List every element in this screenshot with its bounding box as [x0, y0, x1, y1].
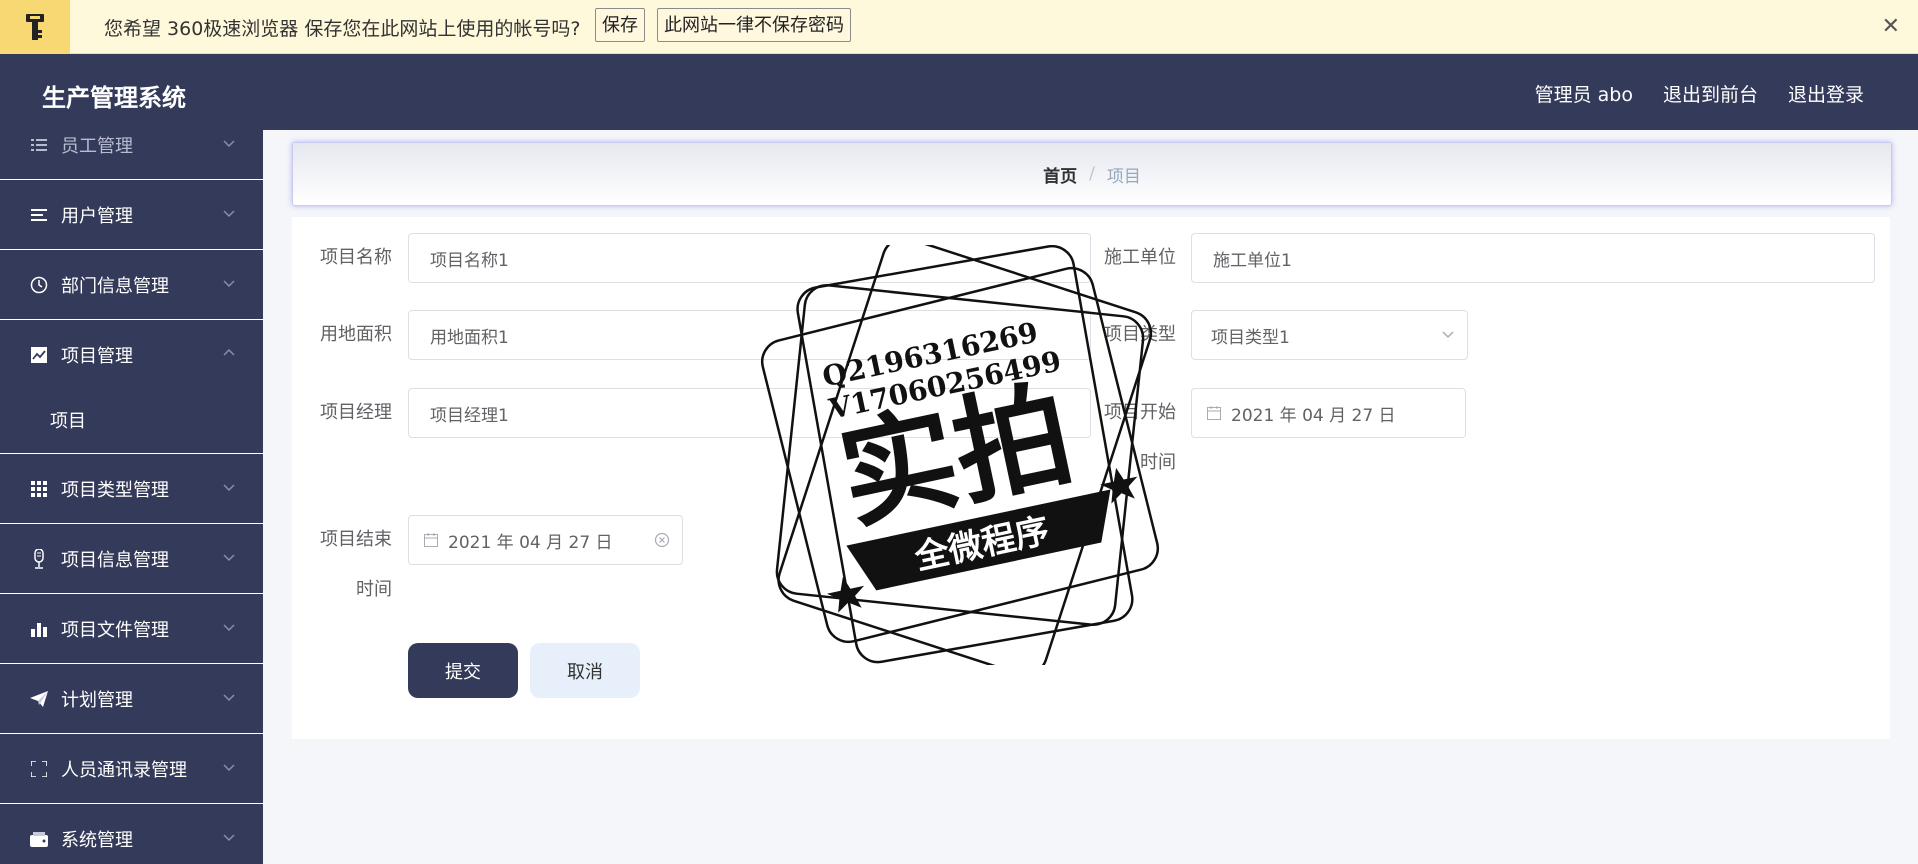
sidebar-item-project-file[interactable]: 项目文件管理: [0, 594, 263, 664]
sidebar-item-label: 项目文件管理: [61, 619, 169, 641]
sidebar-item-label: 员工管理: [61, 135, 133, 157]
project-type-select[interactable]: 项目类型1: [1191, 310, 1468, 360]
clock-icon: [29, 276, 49, 294]
construction-unit-field: [1191, 233, 1875, 283]
chevron-down-icon: [1442, 331, 1454, 339]
wallet-icon: [29, 831, 49, 847]
key-icon: [0, 0, 70, 54]
sidebar-menu: 员工管理 用户管理 部门信息管理 项目管理 项目 项目类型管理 项目信息管理 项…: [0, 130, 263, 864]
grid-icon: [29, 480, 49, 497]
watermark-stamp: Q2196316269 V17060256499 实拍 全微程序: [760, 245, 1160, 665]
mic-icon: [29, 548, 49, 569]
sidebar-item-contacts[interactable]: 人员通讯录管理: [0, 734, 263, 804]
sidebar-item-label: 项目管理: [61, 346, 133, 367]
logout-link[interactable]: 退出登录: [1788, 80, 1864, 107]
submit-button[interactable]: 提交: [408, 643, 518, 698]
calendar-icon: [1207, 406, 1221, 420]
sidebar-item-label: 项目信息管理: [61, 549, 169, 571]
sidebar-item-label: 系统管理: [61, 829, 133, 851]
top-header: 生产管理系统 管理员 abo 退出到前台 退出登录: [0, 54, 1918, 130]
password-bar-message: 您希望 360极速浏览器 保存您在此网站上使用的帐号吗?: [104, 18, 581, 40]
project-end-date-value: 2021 年 04 月 27 日: [448, 532, 613, 553]
clear-icon[interactable]: [654, 532, 670, 548]
sidebar-item-project-type[interactable]: 项目类型管理: [0, 454, 263, 524]
chevron-down-icon: [223, 764, 235, 772]
admin-user-link[interactable]: 管理员 abo: [1535, 80, 1633, 107]
sidebar: 员工管理 用户管理 部门信息管理 项目管理 项目 项目类型管理 项目信息管理 项…: [0, 130, 263, 864]
chevron-down-icon: [223, 210, 235, 218]
chevron-down-icon: [223, 280, 235, 288]
paper-plane-icon: [29, 690, 49, 707]
project-name-label: 项目名称: [320, 247, 392, 268]
sidebar-item-plan[interactable]: 计划管理: [0, 664, 263, 734]
breadcrumb-separator: /: [1089, 164, 1095, 184]
chevron-down-icon: [223, 624, 235, 632]
project-start-date-picker[interactable]: 2021 年 04 月 27 日: [1191, 388, 1466, 438]
sidebar-item-employee[interactable]: 员工管理: [0, 130, 263, 180]
sidebar-item-label: 部门信息管理: [61, 275, 169, 297]
chevron-down-icon: [223, 834, 235, 842]
project-type-value: 项目类型1: [1211, 327, 1290, 348]
sidebar-item-project[interactable]: 项目管理: [0, 320, 263, 390]
list-icon: [29, 138, 49, 152]
close-icon[interactable]: ✕: [1882, 14, 1900, 39]
cancel-button[interactable]: 取消: [530, 643, 640, 698]
frame-icon: [29, 760, 49, 777]
project-end-label-2: 时间: [356, 579, 392, 600]
sidebar-item-label: 用户管理: [61, 205, 133, 227]
bar-chart-icon: [29, 621, 49, 637]
never-save-password-button[interactable]: 此网站一律不保存密码: [657, 8, 851, 42]
sidebar-item-system[interactable]: 系统管理: [0, 804, 263, 864]
sidebar-item-label: 项目类型管理: [61, 479, 169, 501]
construction-unit-input[interactable]: [1211, 247, 1874, 269]
password-save-bar: 您希望 360极速浏览器 保存您在此网站上使用的帐号吗? 保存 此网站一律不保存…: [0, 0, 1918, 54]
sidebar-item-label: 人员通讯录管理: [61, 759, 187, 781]
chart-icon: [29, 347, 49, 363]
chevron-down-icon: [223, 140, 235, 148]
calendar-icon: [424, 533, 438, 547]
sidebar-item-department[interactable]: 部门信息管理: [0, 250, 263, 320]
breadcrumb: 首页 / 项目: [292, 142, 1892, 206]
land-area-label: 用地面积: [320, 324, 392, 345]
project-end-label: 项目结束: [320, 529, 392, 550]
app-title: 生产管理系统: [42, 84, 186, 112]
chevron-up-icon: [223, 348, 235, 356]
lines-icon: [29, 208, 49, 222]
header-nav: 管理员 abo 退出到前台 退出登录: [1535, 80, 1864, 107]
breadcrumb-home[interactable]: 首页: [1043, 162, 1077, 187]
project-end-date-picker[interactable]: 2021 年 04 月 27 日: [408, 515, 683, 565]
project-start-date-value: 2021 年 04 月 27 日: [1231, 405, 1396, 426]
sidebar-subitem-project[interactable]: 项目: [0, 390, 263, 454]
chevron-down-icon: [223, 694, 235, 702]
chevron-down-icon: [223, 554, 235, 562]
project-manager-label: 项目经理: [320, 402, 392, 423]
exit-to-front-link[interactable]: 退出到前台: [1663, 80, 1758, 107]
sidebar-item-user[interactable]: 用户管理: [0, 180, 263, 250]
sidebar-item-project-info[interactable]: 项目信息管理: [0, 524, 263, 594]
chevron-down-icon: [223, 484, 235, 492]
save-password-button[interactable]: 保存: [595, 8, 645, 42]
breadcrumb-current: 项目: [1106, 166, 1141, 187]
sidebar-item-label: 计划管理: [61, 689, 133, 711]
